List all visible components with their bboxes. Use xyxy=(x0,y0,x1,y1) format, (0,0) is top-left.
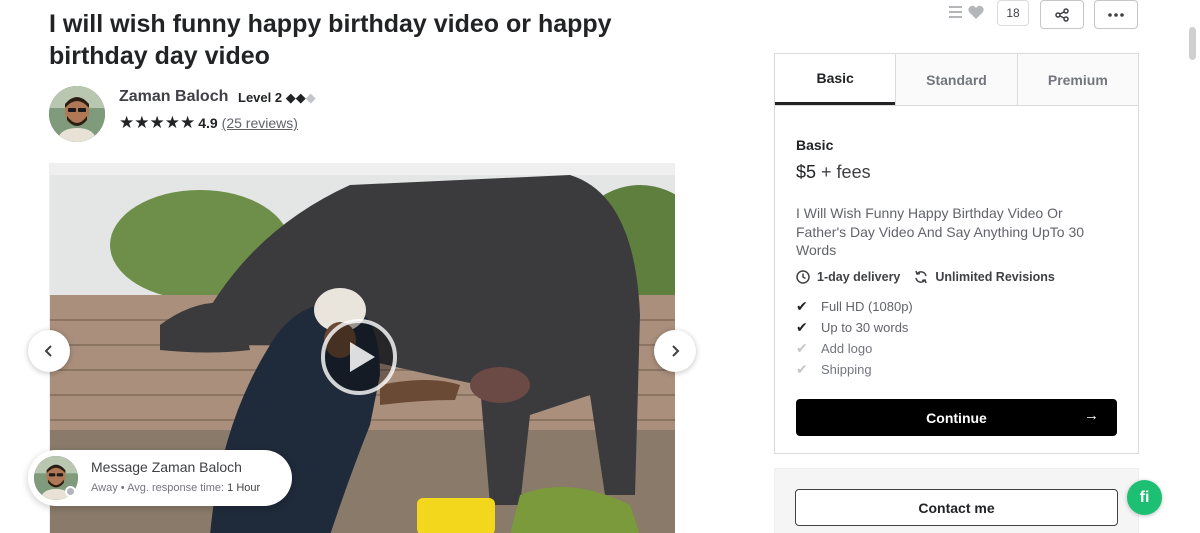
page-scrollbar[interactable] xyxy=(1184,0,1200,533)
feature-label: Up to 30 words xyxy=(821,320,909,335)
feature-label: Add logo xyxy=(821,341,873,356)
feature-label: Full HD (1080p) xyxy=(821,299,913,314)
price-value: $5 xyxy=(796,162,817,182)
more-options-button[interactable] xyxy=(1094,0,1138,29)
share-button[interactable] xyxy=(1040,0,1084,29)
feature-item: ✔ Up to 30 words xyxy=(796,319,908,336)
package-tabs: Basic Standard Premium xyxy=(775,54,1138,106)
play-icon[interactable] xyxy=(315,318,403,396)
gallery-next-button[interactable] xyxy=(654,330,696,372)
gig-title: I will wish funny happy birthday video o… xyxy=(49,10,612,70)
heart-icon xyxy=(968,5,984,19)
more-icon xyxy=(1108,12,1124,17)
message-title: Message Zaman Baloch xyxy=(91,459,242,475)
fiverr-help-badge[interactable]: fi xyxy=(1127,480,1162,515)
rating-row: ★★★★★ 4.9 (25 reviews) xyxy=(119,113,298,133)
delivery-time: 1-day delivery xyxy=(817,270,901,284)
check-icon: ✔ xyxy=(796,340,808,356)
level-diamond-dim: ◆ xyxy=(305,90,316,105)
away-status: Away xyxy=(91,482,118,494)
contact-card: Contact me xyxy=(774,468,1139,533)
feature-item: ✔ Full HD (1080p) xyxy=(796,298,913,315)
status-separator: • xyxy=(120,482,125,494)
level-diamonds: ◆◆ xyxy=(285,90,306,105)
save-count: 18 xyxy=(997,0,1029,26)
tab-premium[interactable]: Premium xyxy=(1016,54,1138,105)
chevron-right-icon xyxy=(672,345,680,357)
message-status: Away • Avg. response time: 1 Hour xyxy=(91,482,260,494)
seller-name[interactable]: Zaman Baloch xyxy=(119,88,228,106)
response-value: 1 Hour xyxy=(227,482,261,494)
package-price: $5 + fees xyxy=(796,162,871,183)
scrollbar-thumb[interactable] xyxy=(1189,27,1196,60)
price-fees: + fees xyxy=(821,162,871,182)
seller-avatar[interactable] xyxy=(49,86,105,142)
feature-label: Shipping xyxy=(821,362,872,377)
rating-stars: ★★★★★ xyxy=(119,113,196,132)
tab-standard[interactable]: Standard xyxy=(895,54,1017,105)
check-icon: ✔ xyxy=(796,298,808,314)
arrow-right-icon: → xyxy=(1084,407,1099,424)
response-label: Avg. response time: xyxy=(127,482,225,494)
check-icon: ✔ xyxy=(796,319,808,335)
level-label: Level 2 xyxy=(238,90,283,105)
continue-label: Continue xyxy=(926,409,987,426)
revisions: Unlimited Revisions xyxy=(935,270,1055,284)
share-icon xyxy=(1055,7,1069,22)
check-icon: ✔ xyxy=(796,361,808,377)
tab-basic[interactable]: Basic xyxy=(775,54,896,105)
feature-item: ✔ Add logo xyxy=(796,340,872,357)
rating-score: 4.9 xyxy=(198,115,218,131)
delivery-info: 1-day delivery Unlimited Revisions xyxy=(796,270,1055,284)
contact-me-button[interactable]: Contact me xyxy=(795,489,1118,526)
feature-item: ✔ Shipping xyxy=(796,361,872,378)
continue-button[interactable]: Continue → xyxy=(796,399,1117,436)
seller-level-badge: Level 2 ◆◆◆ xyxy=(238,90,316,106)
message-seller-bubble[interactable]: Message Zaman Baloch Away • Avg. respons… xyxy=(28,450,292,506)
collect-button[interactable] xyxy=(948,3,988,26)
clock-icon xyxy=(796,270,810,284)
refresh-icon xyxy=(915,270,928,284)
list-icon xyxy=(949,5,984,19)
package-description: I Will Wish Funny Happy Birthday Video O… xyxy=(796,205,1085,258)
reviews-link[interactable]: (25 reviews) xyxy=(222,115,298,131)
package-name: Basic xyxy=(796,137,834,153)
status-dot xyxy=(65,486,76,497)
package-card: Basic Standard Premium Basic $5 + fees I… xyxy=(774,53,1139,454)
gallery-prev-button[interactable] xyxy=(28,330,70,372)
chevron-left-icon xyxy=(44,345,52,357)
